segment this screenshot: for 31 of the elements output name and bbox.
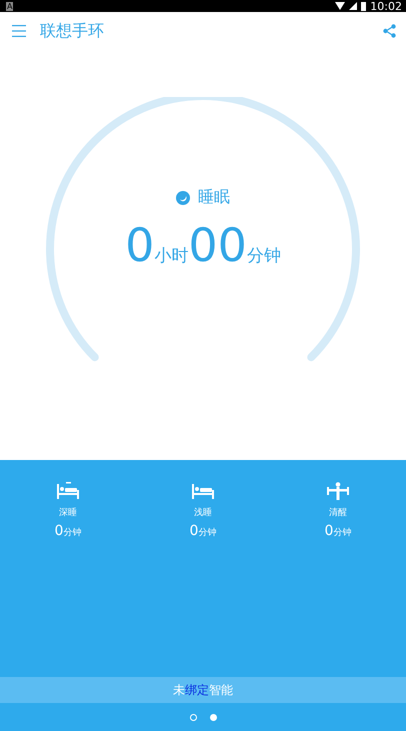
stage-label: 浅睡 [194,506,212,519]
bind-link[interactable]: 绑定 [185,682,209,698]
share-icon[interactable] [383,24,396,38]
minutes-value: 00 [188,222,247,268]
minutes-unit: 分钟 [246,245,281,267]
wifi-icon [335,2,346,10]
menu-icon[interactable] [12,25,26,37]
hours-value: 0 [125,222,154,268]
page-dot[interactable] [190,714,196,720]
hours-unit: 小时 [154,245,188,267]
stage-value: 0 [54,523,64,539]
stage-unit: 分钟 [63,526,82,539]
stage-label: 清醒 [329,506,347,519]
stage-value: 0 [190,523,198,539]
stage-label: 深睡 [59,506,77,519]
status-time: 10:02 [370,0,402,12]
moon-icon [176,190,190,204]
page-dot[interactable] [210,714,216,720]
stage-unit: 分钟 [198,526,216,539]
stage-value: 0 [324,523,334,539]
bed-icon [56,482,80,500]
bind-banner[interactable]: 未绑定智能 [0,677,406,703]
banner-text: 智能 [209,682,233,698]
signal-icon [349,2,358,10]
sleep-label: 睡眠 [198,187,230,208]
app-title: 联想手环 [40,20,105,42]
notification-icon: A [6,2,14,10]
bed-icon [191,482,215,500]
stage-unit: 分钟 [333,526,352,539]
person-icon [326,482,350,500]
banner-text: 未 [173,682,185,698]
